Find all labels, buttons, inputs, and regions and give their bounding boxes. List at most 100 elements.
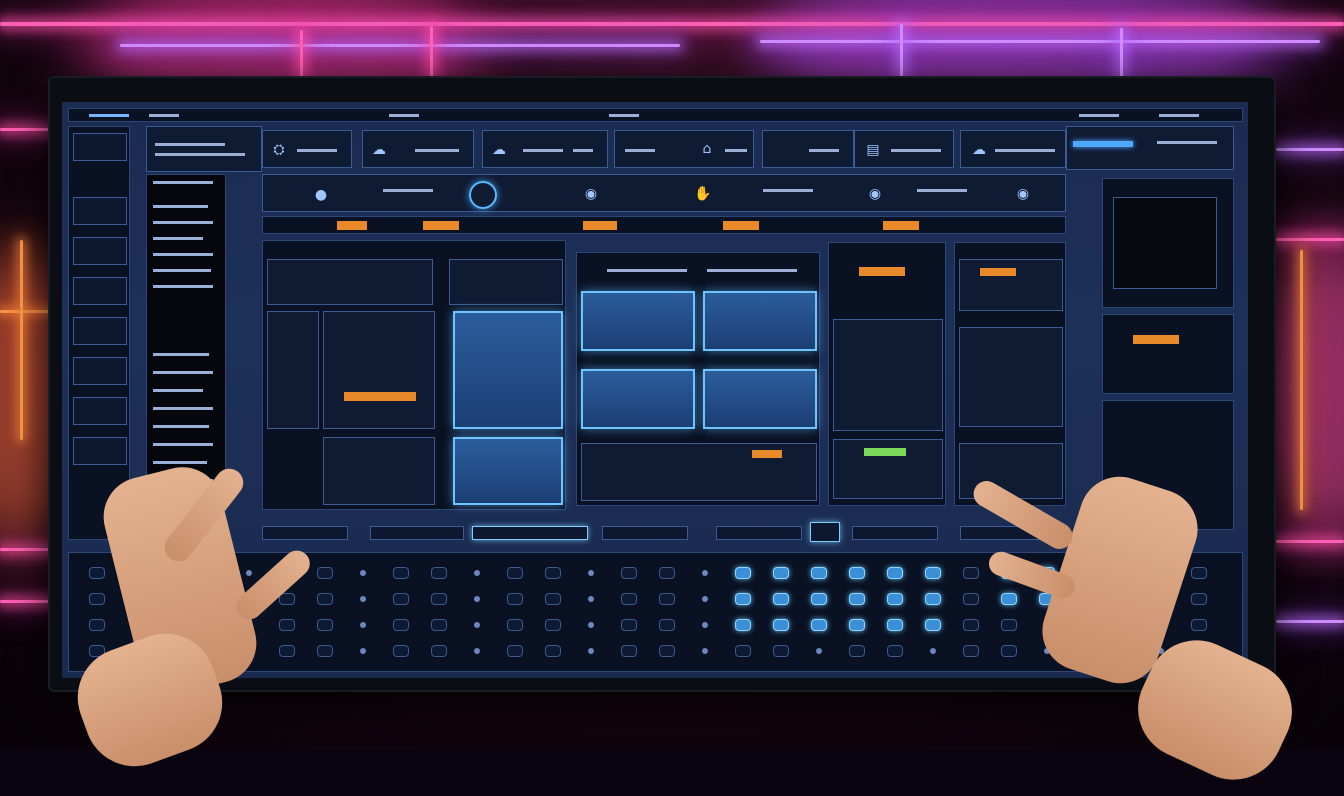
keypad-key[interactable] (89, 593, 105, 605)
sub-panel[interactable] (267, 311, 319, 429)
keypad-key[interactable] (849, 645, 865, 657)
keypad-key[interactable] (545, 567, 561, 579)
keypad-key[interactable] (925, 593, 941, 605)
keypad-key[interactable] (507, 619, 523, 631)
knob-icon[interactable]: ● (309, 185, 333, 205)
action-button[interactable] (472, 526, 588, 540)
keypad-key[interactable] (621, 567, 637, 579)
keypad-key[interactable] (811, 567, 827, 579)
keypad-key[interactable] (317, 567, 333, 579)
keypad-key[interactable] (963, 567, 979, 579)
highlighted-panel[interactable] (453, 311, 563, 429)
sub-panel[interactable] (833, 439, 943, 499)
keypad-key[interactable] (963, 619, 979, 631)
action-button[interactable] (852, 526, 938, 540)
sub-panel[interactable] (833, 319, 943, 431)
nav-item[interactable] (73, 277, 127, 305)
keypad-key[interactable] (773, 645, 789, 657)
keypad-key[interactable] (849, 619, 865, 631)
highlighted-panel[interactable] (453, 437, 563, 505)
grid-tile[interactable] (581, 291, 695, 351)
toolbar-tab[interactable]: ☁ (362, 130, 474, 168)
nav-item[interactable] (73, 133, 127, 161)
keypad-key[interactable] (887, 645, 903, 657)
nav-item[interactable] (73, 317, 127, 345)
keypad-key[interactable] (393, 567, 409, 579)
action-button[interactable] (262, 526, 348, 540)
keypad-key[interactable] (393, 619, 409, 631)
keypad-key[interactable] (507, 567, 523, 579)
keypad-key[interactable] (1191, 619, 1207, 631)
keypad-key[interactable] (1191, 593, 1207, 605)
keypad-key[interactable] (773, 567, 789, 579)
toolbar-tab[interactable]: ▤ (854, 130, 954, 168)
keypad-key[interactable] (735, 619, 751, 631)
keypad-key[interactable] (431, 619, 447, 631)
keypad-key[interactable] (89, 619, 105, 631)
keypad-key[interactable] (849, 567, 865, 579)
toolbar-tab[interactable]: ☁ (482, 130, 608, 168)
toolbar-tab[interactable]: ☁ (960, 130, 1066, 168)
keypad-key[interactable] (735, 645, 751, 657)
record-icon[interactable] (469, 181, 497, 209)
toolbar-tab[interactable]: ⛭ (262, 130, 352, 168)
keypad-key[interactable] (89, 567, 105, 579)
grid-tile[interactable] (703, 291, 817, 351)
keypad-key[interactable] (887, 593, 903, 605)
nav-item[interactable] (73, 197, 127, 225)
keypad-key[interactable] (317, 619, 333, 631)
keypad-key[interactable] (963, 593, 979, 605)
sub-panel[interactable] (323, 437, 435, 505)
toggle-button[interactable] (810, 522, 840, 542)
keypad-key[interactable] (735, 567, 751, 579)
keypad-key[interactable] (773, 619, 789, 631)
grid-tile[interactable] (703, 369, 817, 429)
keypad-key[interactable] (431, 593, 447, 605)
keypad-key[interactable] (659, 593, 675, 605)
keypad-key[interactable] (621, 619, 637, 631)
keypad-key[interactable] (507, 593, 523, 605)
keypad-key[interactable] (545, 645, 561, 657)
keypad-key[interactable] (659, 567, 675, 579)
nav-item[interactable] (73, 397, 127, 425)
keypad-key[interactable] (811, 619, 827, 631)
keypad-key[interactable] (925, 619, 941, 631)
toolbar-tab[interactable] (762, 130, 854, 168)
keypad-key[interactable] (431, 645, 447, 657)
nav-item[interactable] (73, 357, 127, 385)
keypad-key[interactable] (621, 593, 637, 605)
keypad-key[interactable] (773, 593, 789, 605)
toolbar-tab[interactable]: ⌂ (614, 130, 754, 168)
keypad-key[interactable] (963, 645, 979, 657)
keypad-key[interactable] (279, 645, 295, 657)
action-button[interactable] (370, 526, 464, 540)
keypad-key[interactable] (735, 593, 751, 605)
keypad-key[interactable] (1191, 567, 1207, 579)
keypad-key[interactable] (659, 619, 675, 631)
keypad-key[interactable] (811, 593, 827, 605)
sub-panel[interactable] (267, 259, 433, 305)
keypad-key[interactable] (393, 645, 409, 657)
knob-icon[interactable]: ◉ (579, 183, 603, 205)
keypad-key[interactable] (1001, 619, 1017, 631)
sub-panel[interactable] (959, 327, 1063, 427)
keypad-key[interactable] (659, 645, 675, 657)
hand-icon[interactable]: ✋ (691, 183, 715, 205)
knob-icon[interactable]: ◉ (863, 183, 887, 205)
keypad-key[interactable] (317, 593, 333, 605)
keypad-key[interactable] (887, 567, 903, 579)
keypad-key[interactable] (545, 619, 561, 631)
nav-item[interactable] (73, 237, 127, 265)
keypad-key[interactable] (317, 645, 333, 657)
keypad-key[interactable] (621, 645, 637, 657)
keypad-key[interactable] (849, 593, 865, 605)
keypad-key[interactable] (279, 619, 295, 631)
keypad-key[interactable] (507, 645, 523, 657)
sub-panel[interactable] (449, 259, 563, 305)
sub-panel[interactable] (323, 311, 435, 429)
keypad-key[interactable] (887, 619, 903, 631)
nav-item[interactable] (73, 437, 127, 465)
knob-icon[interactable]: ◉ (1011, 183, 1035, 205)
action-button[interactable] (602, 526, 688, 540)
keypad-key[interactable] (1001, 645, 1017, 657)
